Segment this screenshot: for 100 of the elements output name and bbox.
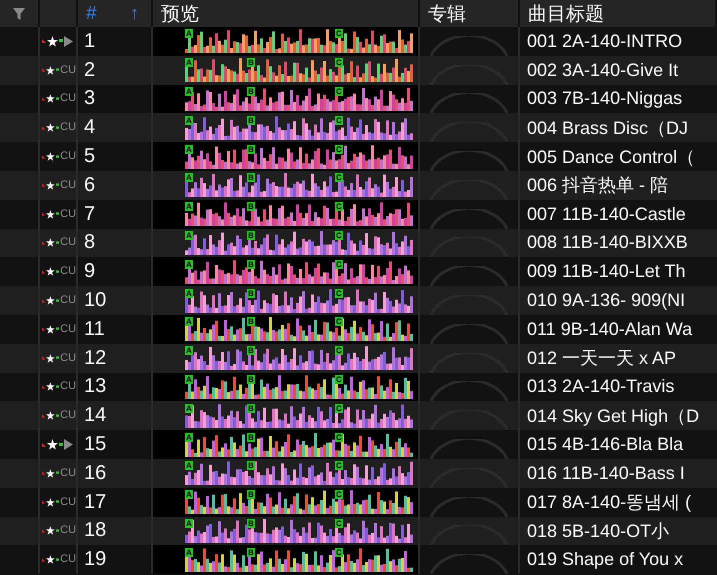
cue-marker: B [247, 202, 255, 212]
filter-icon[interactable] [13, 8, 25, 20]
track-title: 002 3A-140-Give It [527, 60, 678, 81]
column-header[interactable]: 专辑 [428, 0, 466, 26]
track-title: 008 11B-140-BIXXB [527, 232, 688, 254]
cue-marker: A [185, 548, 193, 557]
cue-label: CU [60, 468, 76, 479]
star-icon [46, 180, 55, 191]
track-title: 017 8A-140-똥냄세 ( [527, 491, 692, 514]
star-icon [46, 151, 55, 162]
cue-marker: A [185, 518, 193, 528]
cue-marker: B [247, 548, 255, 557]
cue-marker: C [335, 432, 343, 442]
star-icon [46, 208, 55, 220]
cue-marker: C [335, 58, 343, 68]
cue-marker: C [335, 518, 343, 528]
track-title: 015 4B-146-Bla Bla [527, 434, 684, 456]
track-number: 6 [84, 174, 96, 197]
cue-marker: C [335, 202, 343, 212]
cue-label: CU [60, 93, 76, 104]
cue-marker: B [247, 518, 255, 528]
cue-marker: B [247, 490, 255, 500]
cue-marker: B [247, 374, 255, 384]
cue-marker: C [335, 260, 343, 269]
cue-marker: A [185, 202, 193, 212]
cue-label: CU [60, 295, 76, 306]
column-header[interactable]: 预览 [161, 0, 199, 26]
track-title: 009 11B-140-Let Th [527, 261, 686, 282]
star-icon [46, 468, 55, 479]
cue-marker: B [247, 144, 255, 154]
cue-label: CU [60, 352, 76, 364]
track-title: 007 11B-140-Castle [527, 204, 686, 225]
star-icon [46, 410, 55, 422]
star-icon [46, 496, 55, 508]
track-number: 11 [84, 318, 105, 341]
cue-label: CU [60, 410, 76, 422]
track-number: 5 [84, 145, 96, 168]
cue-marker: B [247, 461, 255, 470]
star-icon [46, 352, 55, 364]
sort-arrow[interactable]: ↑ [130, 3, 139, 24]
cue-marker: C [335, 29, 343, 38]
cue-marker: A [185, 374, 193, 384]
cue-marker: A [185, 173, 193, 182]
cue-marker: B [247, 173, 255, 182]
cue-label: CU [60, 208, 76, 220]
cue-label: CU [60, 525, 76, 536]
cue-label: CU [60, 496, 76, 508]
cue-label: CU [60, 180, 76, 191]
track-number: 1 [84, 30, 96, 53]
cue-marker: C [335, 86, 343, 96]
star-icon [46, 554, 55, 566]
cue-marker: A [185, 29, 193, 38]
cue-marker: C [335, 548, 343, 557]
star-icon [46, 266, 55, 278]
cue-label: CU [60, 381, 76, 392]
track-title: 010 9A-136- 909(NI [527, 290, 686, 312]
cue-marker: C [335, 490, 343, 500]
cue-marker: C [335, 374, 343, 384]
cue-marker: B [247, 86, 255, 96]
play-icon[interactable] [64, 36, 73, 47]
cue-marker: C [335, 173, 343, 182]
star-icon [46, 122, 55, 134]
column-header[interactable]: 曲目标题 [528, 0, 604, 26]
track-title: 001 2A-140-INTRO [527, 30, 682, 52]
column-header[interactable]: # [86, 2, 97, 24]
star-icon [47, 439, 58, 450]
track-number: 15 [84, 433, 106, 456]
cue-marker: B [247, 346, 255, 356]
track-number: 17 [84, 490, 106, 514]
cue-marker: A [185, 346, 193, 356]
cue-marker: A [185, 86, 193, 96]
cue-marker: A [185, 490, 193, 500]
cue-marker: C [335, 288, 343, 298]
cue-marker: C [335, 346, 343, 356]
cue-label: CU [60, 266, 76, 278]
track-title: 012 一天一天 x AP [527, 347, 676, 370]
track-number: 2 [84, 58, 96, 82]
track-number: 19 [84, 548, 106, 572]
cue-marker: B [247, 116, 255, 125]
star-icon [46, 295, 55, 306]
album-placeholder-icon [429, 554, 509, 574]
track-number: 14 [84, 404, 106, 428]
cue-marker: B [247, 58, 255, 68]
cue-label: CU [60, 324, 76, 335]
track-title: 014 Sky Get High（D [527, 404, 700, 428]
star-icon [46, 64, 55, 76]
track-number: 7 [84, 202, 96, 226]
star-icon [47, 36, 58, 47]
cue-marker: B [247, 260, 255, 269]
cue-marker: A [185, 404, 193, 413]
cue-label: CU [60, 122, 76, 134]
play-icon[interactable] [64, 439, 73, 450]
star-icon [46, 381, 55, 392]
track-number: 3 [84, 87, 96, 110]
cue-marker: C [335, 116, 343, 125]
track-number: 8 [84, 231, 96, 254]
track-number: 10 [84, 289, 106, 312]
track-number: 12 [84, 346, 106, 370]
cue-marker: A [185, 317, 193, 326]
track-title: 016 11B-140-Bass I [527, 462, 685, 484]
